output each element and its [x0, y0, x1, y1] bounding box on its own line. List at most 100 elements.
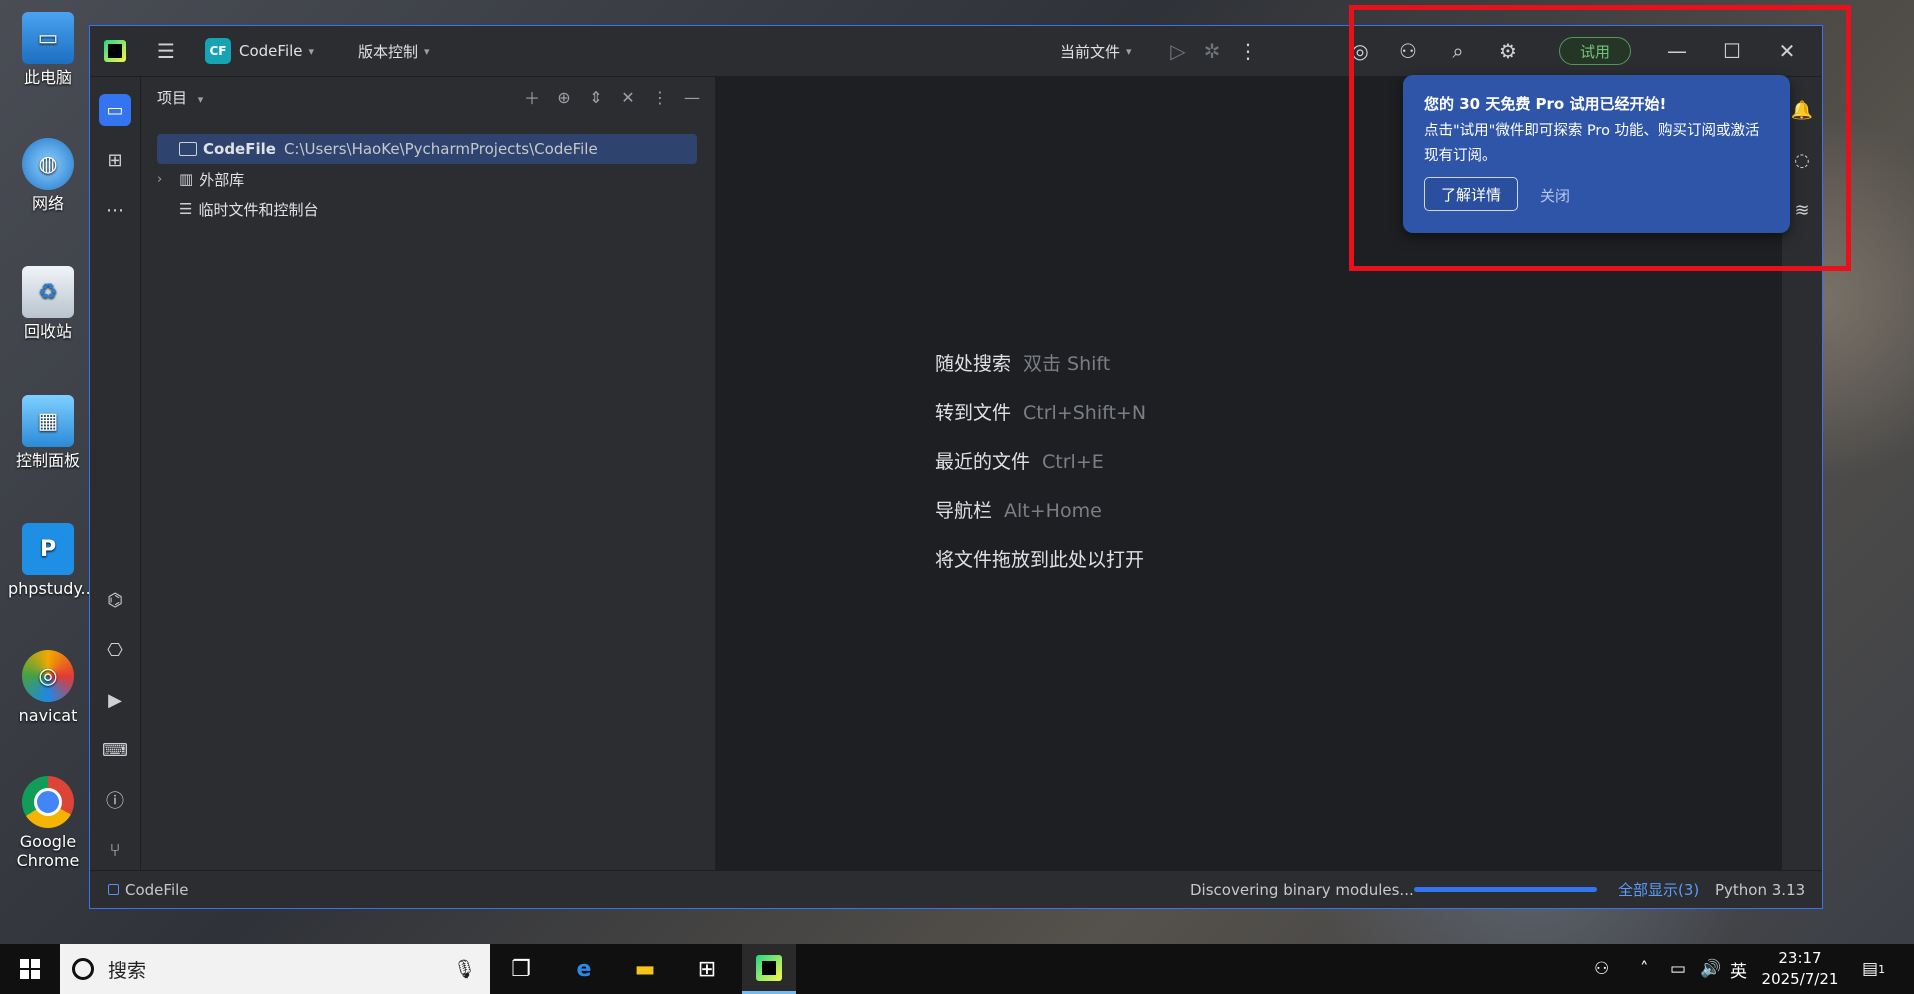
show-all-tasks-link[interactable]: 全部显示(3): [1618, 871, 1699, 908]
chevron-up-icon: ˄: [1640, 959, 1649, 979]
taskbar-search-box[interactable]: 搜索 🎙: [60, 944, 490, 994]
run-config-selector[interactable]: 当前文件 ▾: [1060, 26, 1132, 76]
options-icon[interactable]: ⋮: [647, 82, 673, 112]
action-center-button[interactable]: ▤ 1: [1862, 944, 1885, 994]
taskbar-file-explorer[interactable]: ▬: [618, 944, 672, 994]
taskbar-store[interactable]: ⊞: [680, 944, 734, 994]
debug-button[interactable]: ✲: [1196, 26, 1228, 76]
search-everywhere-button[interactable]: ⌕: [1442, 26, 1474, 76]
run-button[interactable]: ▷: [1162, 26, 1194, 76]
hide-panel-icon[interactable]: —: [679, 82, 705, 112]
vcs-menu[interactable]: 版本控制 ▾: [358, 26, 430, 76]
more-tools-button[interactable]: ⋯: [99, 194, 131, 226]
task-view-button[interactable]: ❐: [494, 944, 548, 994]
taskbar-edge[interactable]: e: [557, 944, 611, 994]
desktop-icon-phpstudy[interactable]: P phpstudy...: [8, 523, 96, 598]
python-console-button[interactable]: ⎔: [99, 634, 131, 666]
python-interpreter-selector[interactable]: Python 3.13: [1715, 871, 1805, 908]
hint-shortcut: Ctrl+Shift+N: [1023, 402, 1147, 424]
tree-item-external-libraries[interactable]: › ▥ 外部库: [157, 164, 244, 194]
cortana-circle-icon: [72, 958, 94, 980]
notifications-button[interactable]: 🔔: [1786, 94, 1818, 126]
desktop-icon-chrome[interactable]: Google Chrome: [8, 776, 88, 870]
folder-icon: ▭: [106, 99, 124, 121]
trial-widget-button[interactable]: 试用: [1559, 37, 1631, 65]
module-icon: [108, 884, 119, 895]
problems-tool-button[interactable]: ⓘ: [99, 784, 131, 816]
ai-assistant-button[interactable]: ◎: [1344, 26, 1376, 76]
notification-close-link[interactable]: 关闭: [1540, 185, 1570, 206]
play-icon: ▷: [1170, 39, 1186, 63]
desktop-icon-navicat[interactable]: ◎ navicat: [8, 650, 88, 725]
git-branch-icon: ⑂: [109, 839, 121, 861]
status-breadcrumb[interactable]: CodeFile: [108, 871, 189, 908]
recycle-bin-icon: ♻: [22, 266, 74, 318]
project-panel-title[interactable]: 项目 ▾: [157, 87, 203, 108]
folder-icon: [179, 142, 197, 156]
warning-circle-icon: ⓘ: [106, 791, 124, 812]
project-switcher[interactable]: CF CodeFile ▾: [205, 26, 314, 76]
close-window-button[interactable]: ✕: [1771, 26, 1803, 76]
computer-icon: ▭: [22, 12, 74, 64]
task-view-icon: ❐: [511, 956, 531, 982]
more-horizontal-icon: ⋯: [106, 199, 124, 221]
code-with-me-button[interactable]: ⚇: [1392, 26, 1424, 76]
start-button[interactable]: [0, 944, 60, 994]
git-tool-button[interactable]: ⑂: [99, 834, 131, 866]
edge-icon: e: [576, 956, 592, 982]
settings-button[interactable]: ⚙: [1492, 26, 1524, 76]
tray-network-button[interactable]: ▭: [1670, 944, 1686, 994]
navicat-icon: ◎: [22, 650, 74, 702]
tree-item-project-root[interactable]: CodeFile C:\Users\HaoKe\PycharmProjects\…: [157, 134, 697, 164]
hint-shortcut: Ctrl+E: [1042, 451, 1104, 473]
main-menu-button[interactable]: ☰: [150, 26, 182, 76]
microphone-icon[interactable]: 🎙: [453, 959, 476, 980]
close-icon: ✕: [1778, 39, 1796, 63]
python-packages-button[interactable]: ⌬: [99, 584, 131, 616]
gear-icon: ⚙: [1499, 39, 1517, 63]
taskbar-clock[interactable]: 23:17 2025/7/21: [1752, 948, 1848, 990]
hint-navigation-bar: 导航栏 Alt+Home: [935, 496, 1102, 523]
add-file-icon[interactable]: ＋: [519, 82, 545, 112]
left-tool-strip: ▭ ⊞ ⋯ ⌬ ⎔ ▶ ⌨ ⓘ ⑂: [90, 77, 141, 872]
tray-ime-button[interactable]: 英: [1730, 944, 1747, 994]
desktop-icon-network[interactable]: ◍ 网络: [8, 138, 88, 213]
volume-icon: 🔊: [1700, 959, 1722, 979]
windows-logo-icon: [20, 959, 40, 979]
vcs-label: 版本控制: [358, 42, 419, 61]
tree-item-scratches[interactable]: ☰ 临时文件和控制台: [157, 194, 318, 224]
taskbar-pycharm[interactable]: [742, 944, 796, 994]
desktop-icon-label: 控制面板: [15, 451, 80, 470]
expand-all-icon[interactable]: ⇕: [583, 82, 609, 112]
tray-people-button[interactable]: ⚇: [1594, 944, 1609, 994]
project-name: CodeFile: [239, 42, 303, 60]
hint-label: 将文件拖放到此处以打开: [935, 549, 1145, 571]
desktop-icon-label: phpstudy...: [8, 579, 96, 598]
desktop-icon-recycle-bin[interactable]: ♻ 回收站: [8, 266, 88, 341]
status-bar: CodeFile Discovering binary modules... 全…: [90, 870, 1822, 908]
tray-volume-button[interactable]: 🔊: [1700, 944, 1721, 994]
project-panel: 项目 ▾ ＋ ⊕ ⇕ ✕ ⋮ — CodeFile C:\Users\HaoKe…: [141, 77, 716, 872]
clock-date: 2025/7/21: [1761, 970, 1839, 988]
desktop-icon-this-pc[interactable]: ▭ 此电脑: [8, 12, 88, 87]
desktop-icon-control-panel[interactable]: ▦ 控制面板: [8, 395, 88, 470]
database-button[interactable]: ≋: [1786, 194, 1818, 226]
more-actions-button[interactable]: ⋮: [1232, 26, 1264, 76]
tree-item-label: CodeFile: [203, 140, 276, 158]
tree-item-label: 临时文件和控制台: [198, 200, 319, 219]
terminal-icon: ⌨: [102, 739, 128, 761]
services-tool-button[interactable]: ▶: [99, 684, 131, 716]
project-tool-button[interactable]: ▭: [99, 94, 131, 126]
ai-chat-button[interactable]: ◌: [1786, 144, 1818, 176]
structure-tool-button[interactable]: ⊞: [99, 144, 131, 176]
hint-recent-files: 最近的文件 Ctrl+E: [935, 447, 1104, 474]
tray-overflow-button[interactable]: ˄: [1640, 944, 1649, 994]
maximize-button[interactable]: ☐: [1716, 26, 1748, 76]
terminal-tool-button[interactable]: ⌨: [99, 734, 131, 766]
locate-icon[interactable]: ⊕: [551, 82, 577, 112]
project-badge: CF: [205, 38, 231, 64]
learn-more-button[interactable]: 了解详情: [1424, 177, 1518, 211]
minimize-button[interactable]: —: [1661, 26, 1693, 76]
hint-shortcut: 双击 Shift: [1023, 353, 1111, 375]
collapse-all-icon[interactable]: ✕: [615, 82, 641, 112]
